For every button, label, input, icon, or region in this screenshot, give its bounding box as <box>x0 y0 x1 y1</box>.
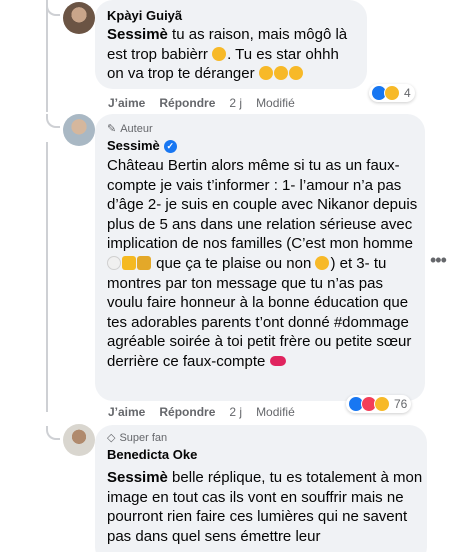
comment-bubble: Kpàyi Guiyã Sessimè tu as raison, mais m… <box>95 0 367 89</box>
author-badge: ✎ Auteur <box>107 122 153 136</box>
laughing-emoji-icon <box>288 66 303 81</box>
comment-text: Sessimè belle réplique, tu es totalement… <box>107 469 423 545</box>
comment-bubble: ✎ Auteur Sessimè ✓ Château Bertin alors … <box>95 114 425 401</box>
crown-emoji-icon <box>122 255 136 270</box>
like-button[interactable]: J’aime <box>108 405 145 419</box>
avatar[interactable] <box>63 114 95 146</box>
haha-reaction-icon <box>384 85 400 101</box>
mention-link[interactable]: Sessimè <box>107 469 168 486</box>
laughing-emoji-icon <box>273 66 288 81</box>
white-heart-emoji-icon <box>107 255 121 270</box>
reaction-count: 4 <box>404 86 411 100</box>
comment-author[interactable]: Kpàyi Guiyã <box>107 8 182 24</box>
comment-text: Sessimè tu as raison, mais môgô là est t… <box>107 26 348 83</box>
comment-bubble: ◇ Super fan Benedicta Oke Sessimè belle … <box>95 425 427 552</box>
diamond-icon: ◇ <box>107 432 116 444</box>
care-reaction-icon <box>374 396 390 412</box>
comment-author[interactable]: Sessimè ✓ <box>107 138 177 154</box>
reaction-count: 76 <box>394 397 408 411</box>
thread-line <box>46 0 48 112</box>
comment-text: Château Bertin alors même si tu as un fa… <box>107 157 418 370</box>
more-options-icon[interactable]: ••• <box>430 250 447 271</box>
thread-connector <box>46 426 60 440</box>
avatar[interactable] <box>63 2 95 34</box>
pencil-icon: ✎ <box>107 123 117 135</box>
reaction-summary[interactable]: 76 <box>346 395 412 413</box>
laughing-emoji-icon <box>258 66 273 81</box>
timestamp[interactable]: 2 j <box>229 405 242 419</box>
thread-line <box>46 142 48 412</box>
modified-label[interactable]: Modifié <box>256 405 295 419</box>
reaction-summary[interactable]: 4 <box>369 84 415 102</box>
avatar[interactable] <box>63 424 95 456</box>
super-fan-badge: ◇ Super fan <box>107 431 168 445</box>
wink-emoji-icon <box>315 255 330 270</box>
reply-button[interactable]: Répondre <box>159 96 215 110</box>
like-button[interactable]: J’aime <box>108 96 145 110</box>
mention-link[interactable]: Sessimè <box>107 26 168 43</box>
thread-connector <box>46 2 60 16</box>
modified-label[interactable]: Modifié <box>256 96 295 110</box>
verified-icon: ✓ <box>163 139 177 153</box>
comment-actions: J’aime Répondre 2 j Modifié <box>108 405 309 419</box>
lock-emoji-icon <box>137 255 151 270</box>
comment-actions: J’aime Répondre 2 j Modifié <box>108 96 309 110</box>
reply-button[interactable]: Répondre <box>159 405 215 419</box>
comment-author[interactable]: Benedicta Oke <box>107 447 197 463</box>
thread-connector <box>46 114 60 128</box>
laughing-emoji-icon <box>212 46 227 61</box>
timestamp[interactable]: 2 j <box>229 96 242 110</box>
kiss-lips-emoji-icon <box>269 355 286 366</box>
